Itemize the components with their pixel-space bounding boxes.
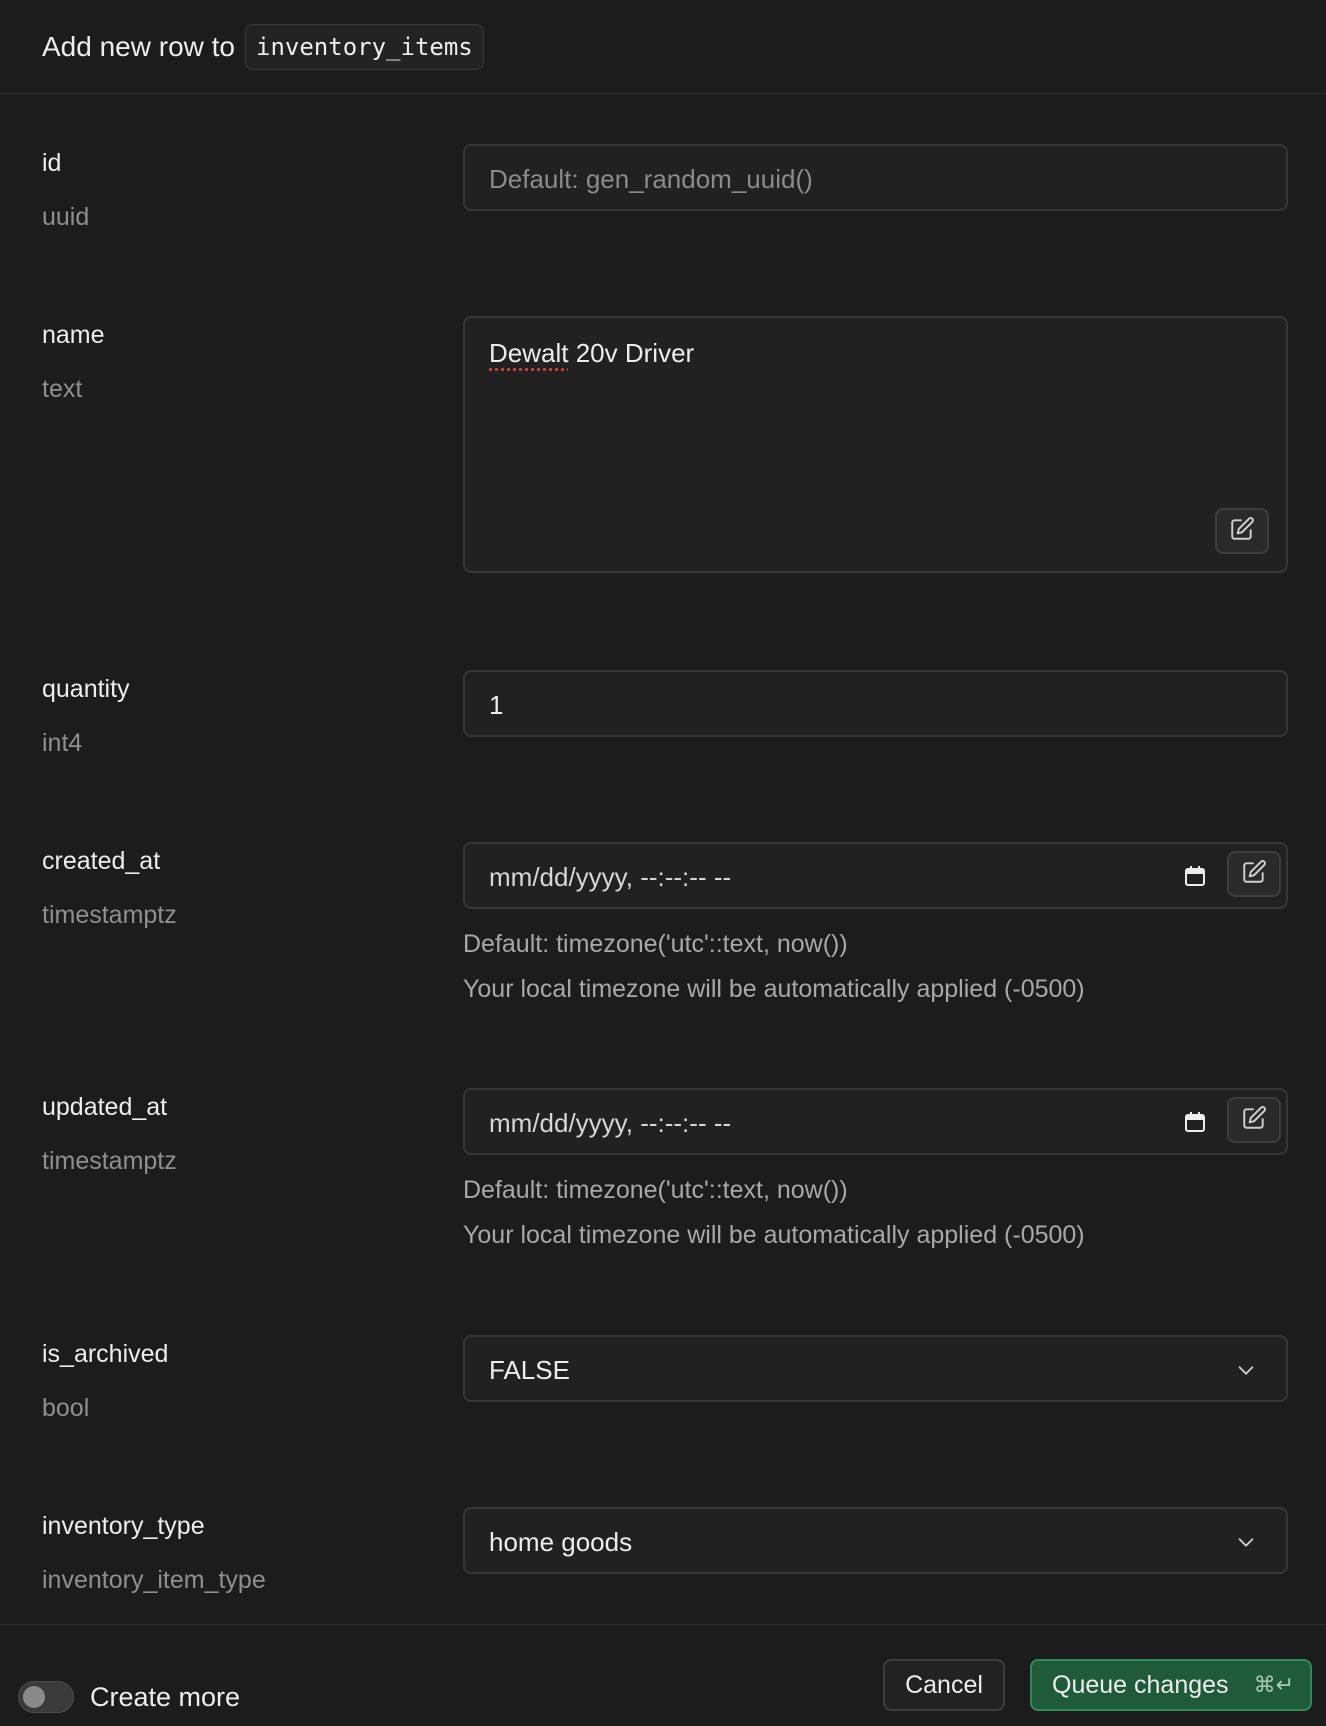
panel-title: Add new row to xyxy=(42,30,235,62)
updated-at-default-note: Default: timezone('utc'::text, now()) xyxy=(463,1176,848,1204)
field-label-id: id xyxy=(42,149,62,177)
field-label-name: name xyxy=(42,321,105,349)
created-at-placeholder: mm/dd/yyyy, --:--:-- -- xyxy=(489,862,732,892)
field-label-created-at: created_at xyxy=(42,847,161,875)
edit-square-icon xyxy=(1229,516,1255,547)
id-input[interactable]: Default: gen_random_uuid() xyxy=(463,144,1288,211)
field-type-created-at: timestamptz xyxy=(42,901,177,929)
field-type-id: uuid xyxy=(42,203,90,231)
quantity-input[interactable]: 1 xyxy=(463,670,1288,737)
misspelled-word: Dewalt xyxy=(489,338,569,368)
is-archived-select[interactable]: FALSE xyxy=(463,1335,1288,1402)
edit-square-icon xyxy=(1241,859,1267,890)
field-type-inventory-type: inventory_item_type xyxy=(42,1566,266,1594)
updated-at-edit-button[interactable] xyxy=(1227,1097,1281,1143)
queue-changes-button[interactable]: Queue changes ⌘↵ xyxy=(1030,1659,1312,1711)
updated-at-datetime-input[interactable]: mm/dd/yyyy, --:--:-- -- xyxy=(463,1088,1288,1155)
create-more-toggle[interactable] xyxy=(18,1681,74,1713)
field-type-is-archived: bool xyxy=(42,1394,90,1422)
field-type-name: text xyxy=(42,375,83,403)
is-archived-selected-value: FALSE xyxy=(489,1355,570,1385)
keyboard-shortcut-hint: ⌘↵ xyxy=(1253,1672,1294,1698)
cancel-button[interactable]: Cancel xyxy=(883,1659,1005,1711)
name-textarea[interactable]: Dewalt 20v Driver xyxy=(463,316,1288,573)
field-label-is-archived: is_archived xyxy=(42,1340,169,1368)
edit-square-icon xyxy=(1241,1105,1267,1136)
table-name-chip: inventory_items xyxy=(245,23,484,70)
chevron-down-icon xyxy=(1234,1358,1258,1382)
field-label-inventory-type: inventory_type xyxy=(42,1512,205,1540)
updated-at-timezone-note: Your local timezone will be automaticall… xyxy=(463,1221,1085,1249)
calendar-icon[interactable] xyxy=(1182,863,1208,889)
create-more-label: Create more xyxy=(90,1682,241,1712)
toggle-knob xyxy=(23,1686,45,1708)
name-value-rest: 20v Driver xyxy=(568,338,695,368)
field-type-quantity: int4 xyxy=(42,729,83,757)
created-at-datetime-input[interactable]: mm/dd/yyyy, --:--:-- -- xyxy=(463,842,1288,909)
inventory-type-select[interactable]: home goods xyxy=(463,1507,1288,1574)
inventory-type-selected-value: home goods xyxy=(489,1527,633,1557)
panel-header: Add new row to inventory_items xyxy=(0,0,1326,94)
created-at-edit-button[interactable] xyxy=(1227,851,1281,897)
created-at-default-note: Default: timezone('utc'::text, now()) xyxy=(463,930,848,958)
panel-footer: Create more Cancel Queue changes ⌘↵ xyxy=(0,1624,1326,1726)
chevron-down-icon xyxy=(1234,1530,1258,1554)
expand-editor-button[interactable] xyxy=(1215,508,1269,554)
id-input-placeholder: Default: gen_random_uuid() xyxy=(489,164,813,194)
field-label-quantity: quantity xyxy=(42,675,130,703)
updated-at-placeholder: mm/dd/yyyy, --:--:-- -- xyxy=(489,1108,732,1138)
quantity-input-value: 1 xyxy=(489,690,504,720)
field-type-updated-at: timestamptz xyxy=(42,1147,177,1175)
calendar-icon[interactable] xyxy=(1182,1109,1208,1135)
created-at-timezone-note: Your local timezone will be automaticall… xyxy=(463,975,1085,1003)
name-textarea-value: Dewalt 20v Driver xyxy=(489,338,694,369)
queue-changes-label: Queue changes xyxy=(1052,1670,1229,1699)
field-label-updated-at: updated_at xyxy=(42,1093,168,1121)
add-row-panel: Add new row to inventory_items id uuid D… xyxy=(0,0,1326,1726)
